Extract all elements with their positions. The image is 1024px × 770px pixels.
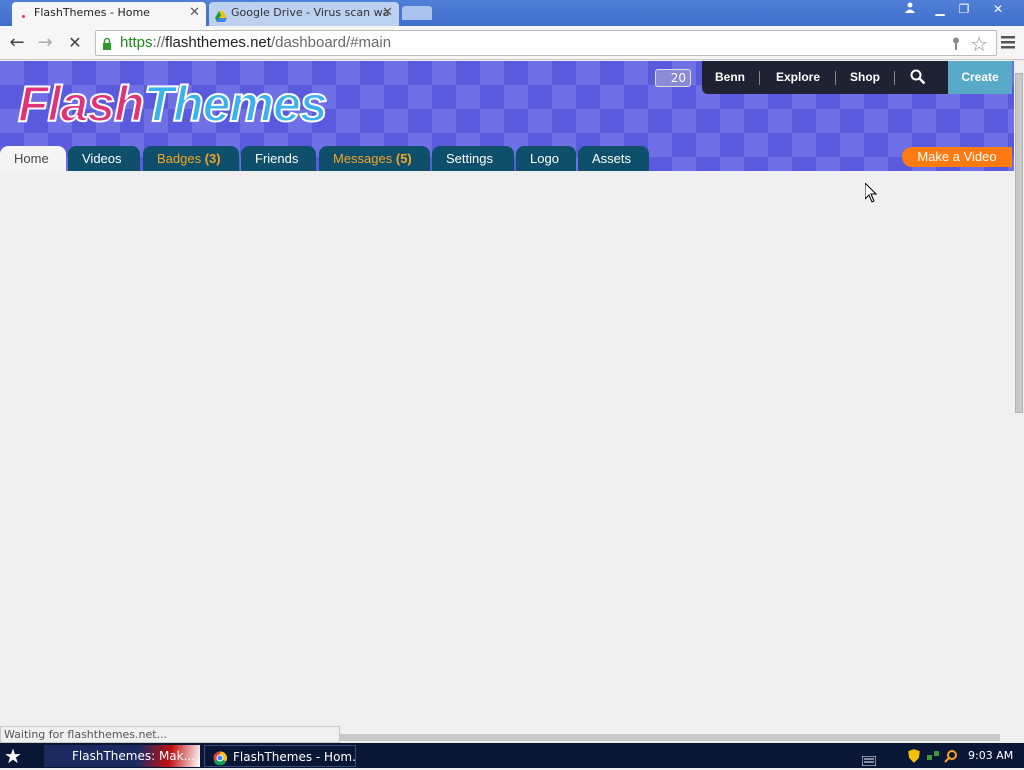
url-text: https://flashthemes.net/dashboard/#main [120, 34, 391, 51]
new-tab-button[interactable] [402, 6, 432, 20]
forward-icon[interactable]: → [34, 32, 56, 54]
tab-assets[interactable]: Assets [578, 146, 649, 171]
taskbar-item-flashthemes-maker[interactable]: FlashThemes: Mak... [44, 745, 200, 767]
tab-label: Friends [255, 151, 299, 166]
bookmark-star-icon[interactable]: ☆ [970, 32, 988, 56]
url-scheme: https [120, 34, 153, 51]
tab-messages[interactable]: Messages (5) [319, 146, 430, 171]
search-icon[interactable] [910, 69, 926, 89]
vertical-scrollbar[interactable] [1014, 61, 1024, 733]
close-tab-icon[interactable]: ✕ [189, 2, 200, 24]
badges-count: (3) [204, 151, 221, 166]
site-header: FlashThemes 20 Benn Explore Shop Create … [0, 61, 1014, 171]
status-bubble: Waiting for flashthemes.net... [0, 726, 340, 743]
tab-title: FlashThemes - Home [34, 6, 150, 19]
tab-badges[interactable]: Badges (3) [143, 146, 239, 171]
google-drive-icon [215, 8, 227, 22]
top-navigation: Benn Explore Shop [702, 61, 948, 94]
minimize-icon[interactable]: ▁ [927, 1, 953, 18]
horizontal-scrollbar[interactable] [340, 733, 1014, 742]
mouse-cursor-icon [864, 181, 878, 207]
chrome-menu-icon[interactable] [1000, 34, 1016, 50]
web-page: FlashThemes 20 Benn Explore Shop Create … [0, 61, 1014, 733]
tab-label: Badges [157, 151, 202, 166]
stop-loading-icon[interactable]: ✕ [64, 32, 86, 54]
search-tray-icon[interactable] [944, 748, 958, 767]
network-icon[interactable] [926, 748, 940, 767]
notification-counter[interactable]: 20 [655, 69, 691, 87]
tab-label: Assets [592, 151, 632, 166]
tab-flashthemes[interactable]: FlashThemes - Home ✕ [12, 2, 206, 26]
nav-user[interactable]: Benn [715, 70, 745, 84]
create-button[interactable]: Create [948, 61, 1012, 94]
horizontal-scrollbar-thumb[interactable] [340, 734, 1000, 741]
chrome-icon [213, 750, 228, 766]
taskbar-clock[interactable]: 9:03 AM [968, 743, 1013, 768]
tab-title: Google Drive - Virus scan wa [231, 6, 390, 19]
url-host: flashthemes.net [165, 34, 271, 51]
address-bar[interactable]: https://flashthemes.net/dashboard/#main … [95, 30, 997, 56]
url-path: /dashboard/#main [270, 34, 392, 51]
task-label: FlashThemes - Hom... [233, 750, 356, 764]
tab-settings[interactable]: Settings [432, 146, 514, 171]
restore-icon[interactable]: ❐ [951, 1, 977, 18]
shield-icon[interactable] [907, 748, 921, 767]
tab-google-drive[interactable]: Google Drive - Virus scan wa ✕ [209, 2, 399, 26]
tab-label: Settings [446, 151, 493, 166]
taskbar-item-chrome[interactable]: FlashThemes - Hom... [204, 745, 356, 767]
tab-label: Videos [82, 151, 122, 166]
flashthemes-favicon-icon [18, 8, 29, 19]
lock-icon [102, 36, 112, 50]
tab-videos[interactable]: Videos [68, 146, 140, 171]
logo-part2: Themes [143, 75, 329, 133]
tab-home[interactable]: Home [0, 146, 66, 171]
tab-label: Messages [333, 151, 393, 166]
nav-separator [894, 71, 895, 85]
profile-icon[interactable] [897, 1, 923, 18]
nav-separator [759, 71, 760, 85]
start-menu-icon[interactable]: ★ [4, 745, 34, 767]
logo-part1: Flash [17, 75, 146, 133]
browser-toolbar: ← → ✕ https://flashthemes.net/dashboard/… [0, 26, 1024, 60]
nav-explore[interactable]: Explore [776, 70, 820, 84]
key-icon[interactable] [950, 36, 962, 50]
close-window-icon[interactable]: ✕ [985, 1, 1011, 18]
nav-separator [835, 71, 836, 85]
tab-label: Logo [530, 151, 559, 166]
messages-count: (5) [395, 151, 412, 166]
tab-logo[interactable]: Logo [516, 146, 576, 171]
make-a-video-button[interactable]: Make a Video [902, 147, 1012, 167]
scrollbar-thumb[interactable] [1015, 73, 1023, 413]
nav-shop[interactable]: Shop [850, 70, 880, 84]
tab-friends[interactable]: Friends [241, 146, 316, 171]
close-tab-icon[interactable]: ✕ [382, 2, 393, 24]
os-taskbar: ★ FlashThemes: Mak... FlashThemes - Hom.… [0, 743, 1024, 768]
keyboard-icon[interactable] [861, 751, 877, 770]
back-icon[interactable]: ← [6, 32, 28, 54]
tab-label: Home [14, 151, 49, 166]
flashthemes-logo[interactable]: FlashThemes [17, 75, 329, 133]
url-separator: :// [152, 34, 166, 51]
browser-tabstrip: FlashThemes - Home ✕ Google Drive - Viru… [0, 0, 1024, 26]
task-label: FlashThemes: Mak... [72, 749, 196, 763]
